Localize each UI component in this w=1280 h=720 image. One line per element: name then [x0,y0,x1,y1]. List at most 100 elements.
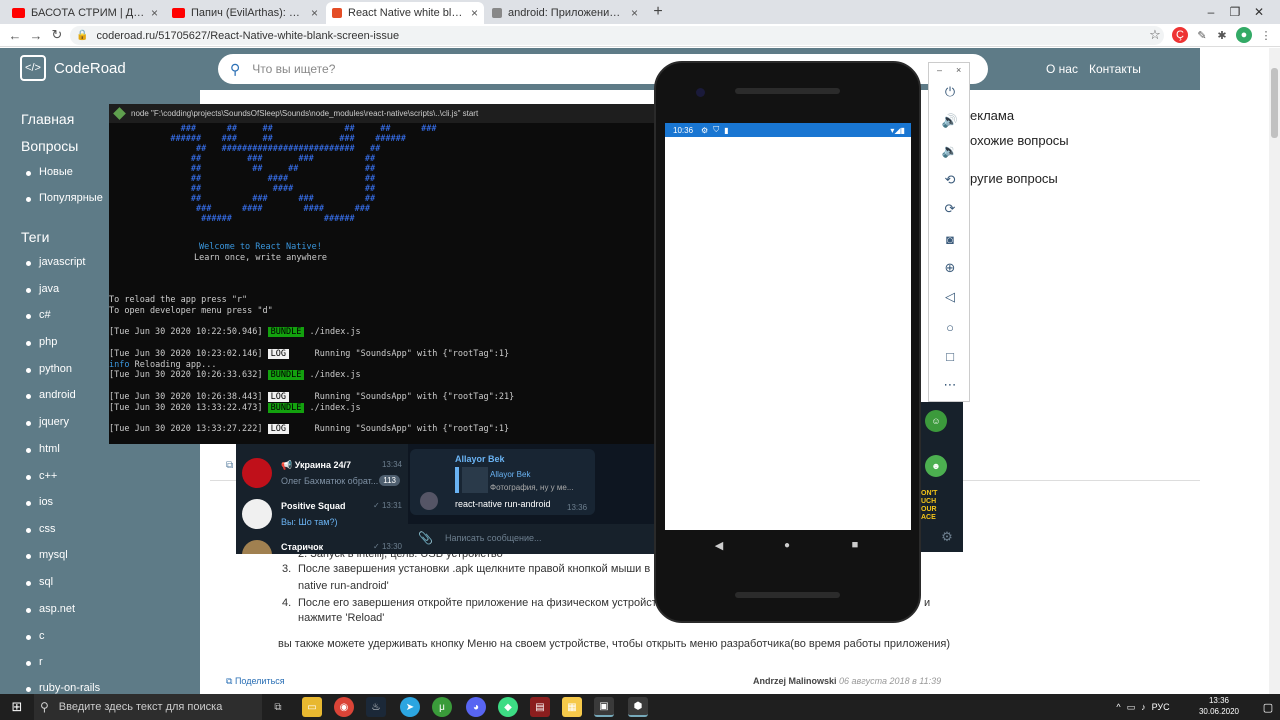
sidebar-home[interactable]: Главная [21,111,74,127]
home-icon[interactable]: ○ [929,316,971,338]
close-icon[interactable]: × [471,6,478,20]
tab-3[interactable]: React Native white blank screen × [326,2,484,24]
sidebar-tag[interactable]: c++ [25,470,57,482]
share-link[interactable]: ⧉ Поделиться [226,676,285,687]
close-icon[interactable]: × [151,6,158,20]
author-name[interactable]: Andrzej Malinowski [753,676,837,686]
overview-icon[interactable]: □ [929,345,971,367]
sidebar-tag[interactable]: sql [25,576,53,588]
sidebar-item[interactable]: Популярные [26,192,103,204]
volume-icon[interactable]: ♪ [1141,702,1146,712]
power-icon[interactable]: ⏻ [929,81,971,103]
contacts-link[interactable]: Контакты [1089,62,1141,76]
tab-4[interactable]: android: Приложение React-Na × [486,2,644,24]
gear-icon[interactable]: ⚙ [938,528,956,546]
camera-icon[interactable]: ◙ [929,228,971,250]
node-icon[interactable]: ⬢ [628,697,648,717]
sticker-icon[interactable]: ☻ [925,455,947,477]
winrar-icon[interactable]: ▤ [530,697,550,717]
sidebar-tag[interactable]: css [26,523,56,535]
sidebar-tag[interactable]: c [27,630,45,642]
sidebar-tag[interactable]: javascript [25,256,85,268]
android-studio-icon[interactable]: ◆ [498,697,518,717]
sticker-icon[interactable]: ☺ [925,410,947,432]
close-icon[interactable]: × [631,6,638,20]
other-questions-link[interactable]: ругие вопросы [970,171,1058,186]
sidebar-tag[interactable]: android [26,389,76,401]
sidebar-tag[interactable]: jquery [26,416,69,428]
sidebar-tag[interactable]: php [25,336,57,348]
zoom-icon[interactable]: ⊕ [929,257,971,279]
windows-start-icon[interactable]: ⊞ [0,694,34,720]
chevron-up-icon[interactable]: ^ [1116,702,1120,712]
sidebar-tag[interactable]: python [25,363,72,375]
taskbar-search[interactable]: ⚲ Введите здесь текст для поиска [34,694,262,720]
page-scrollbar[interactable] [1269,48,1280,694]
volume-down-icon[interactable]: 🔉 [929,140,971,162]
notification-icon[interactable]: ▢ [1258,697,1278,717]
sticky-notes-icon[interactable]: ▦ [562,697,582,717]
steam-icon[interactable]: ♨ [366,697,386,717]
language-indicator[interactable]: РУС [1152,702,1170,712]
puzzle-icon[interactable]: ✱ [1214,27,1230,43]
forward-button[interactable]: → [27,26,45,44]
sidebar-tag[interactable]: c# [26,309,51,321]
extension-icon[interactable]: ✎ [1194,27,1210,43]
about-link[interactable]: О нас [1046,62,1078,76]
close-window-button[interactable]: ✕ [1236,0,1280,24]
close-icon[interactable]: × [311,6,318,20]
app-blank-screen[interactable] [665,137,911,530]
sticker-icon[interactable]: ON'T UCH OUR ACE [921,490,937,522]
profile-avatar[interactable]: ● [1236,27,1252,43]
back-icon[interactable]: ◀ [711,537,727,553]
back-button[interactable]: ← [6,26,24,44]
attach-icon[interactable]: 📎 [418,531,433,545]
taskbar-clock[interactable]: 13:36 30.06.2020 [1198,695,1240,719]
sidebar-tag[interactable]: html [26,443,60,455]
similar-questions-link[interactable]: охожие вопросы [970,133,1069,148]
overview-icon[interactable]: ■ [847,537,863,553]
sidebar-tag[interactable]: ruby-on-rails [25,682,100,694]
task-view-icon[interactable]: ⧉ [268,697,288,717]
address-bar[interactable]: 🔒 coderoad.ru/51705627/React-Native-white… [70,26,1164,45]
scroll-thumb[interactable] [1271,68,1278,138]
chat-item[interactable]: 📢 Украина 24/7 Олег Бахматюк обрат... 13… [236,455,408,491]
message-bubble[interactable]: Allayor Bek Allayor Bek Фотография, ну у… [410,449,595,515]
chat-item[interactable]: Старичок ✓ 13:30 [236,537,408,554]
sidebar-tags[interactable]: Теги [21,229,49,245]
back-icon[interactable]: ◁ [929,286,971,308]
more-icon[interactable]: ⋯ [929,374,971,396]
avatar[interactable] [420,492,438,510]
chat-item[interactable]: Positive Squad Вы: Шо там?) ✓ 13:31 [236,496,408,532]
sidebar-tag[interactable]: mysql [26,549,68,561]
tab-2[interactable]: Папич (EvilArthas): Monkey Busi × [166,2,324,24]
reload-button[interactable]: ↻ [48,26,66,44]
telegram-icon[interactable]: ➤ [400,697,420,717]
discord-icon[interactable]: ◕ [466,697,486,717]
emulator-icon[interactable]: ▣ [594,697,614,717]
close-icon[interactable]: × [956,65,961,75]
rotate-left-icon[interactable]: ⟲ [929,169,971,191]
sidebar-item[interactable]: Новые [26,166,73,178]
site-logo[interactable]: </> CodeRoad [20,55,126,81]
sidebar-tag[interactable]: asp.net [25,603,75,615]
new-tab-button[interactable]: + [647,2,669,22]
sidebar-tag[interactable]: r [27,656,43,668]
sidebar-questions[interactable]: Вопросы [21,138,78,154]
bookmark-star-icon[interactable]: ☆ [1147,27,1163,43]
volume-up-icon[interactable]: 🔊 [929,110,971,132]
extension-icon[interactable]: Ç [1172,27,1188,43]
sidebar-tag[interactable]: ios [25,496,53,508]
share-icon[interactable]: ⧉ [226,460,233,471]
terminal-window[interactable]: node "F:\codding\projects\SoundsOfSleep\… [109,104,654,444]
network-icon[interactable]: ▭ [1127,702,1136,713]
tab-1[interactable]: БАСОТА СТРИМ | ДОНАТ В ОПИ × [6,2,164,24]
sidebar-tag[interactable]: java [25,283,59,295]
file-explorer-icon[interactable]: ▭ [302,697,322,717]
rotate-right-icon[interactable]: ⟳ [929,198,971,220]
message-input[interactable]: 📎 Написать сообщение... [410,524,654,552]
home-icon[interactable]: ● [779,537,795,553]
utorrent-icon[interactable]: μ [432,697,452,717]
menu-icon[interactable]: ⋮ [1258,27,1274,43]
system-tray[interactable]: ^ ▭ ♪ РУС [1098,694,1188,720]
